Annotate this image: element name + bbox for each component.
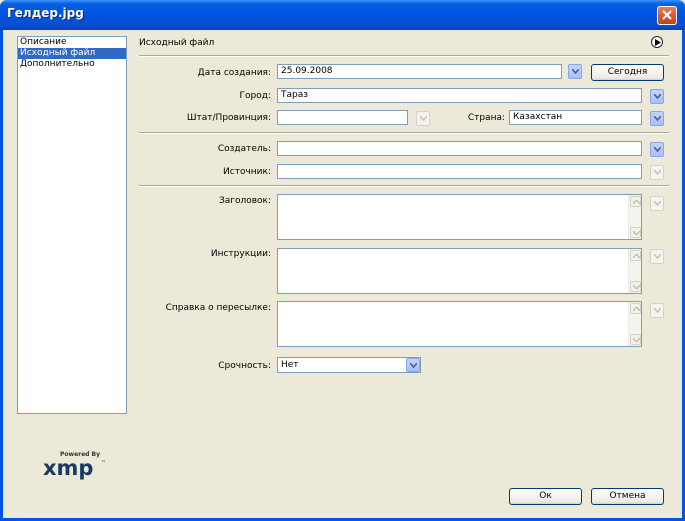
ok-button[interactable]: Ок <box>509 488 582 505</box>
city-dropdown-button[interactable] <box>650 89 664 104</box>
scroll-up-button[interactable] <box>630 303 641 314</box>
date-created-label: Дата создания: <box>197 68 271 78</box>
panel-menu-button[interactable] <box>651 36 663 48</box>
scroll-down-button[interactable] <box>630 334 641 345</box>
arrow-down-icon <box>633 338 640 342</box>
city-label: Город: <box>239 91 271 101</box>
chevron-down-icon <box>410 363 417 368</box>
vertical-scrollbar[interactable] <box>628 195 641 239</box>
xmp-logo: Powered By xmp ™ <box>43 451 107 483</box>
chevron-down-icon <box>572 69 579 74</box>
chevron-down-icon <box>654 201 661 206</box>
title-bar[interactable]: Гелдер.jpg <box>0 0 685 30</box>
dialog-client-area: Описание Исходный файл Дополнительно Исх… <box>3 30 682 518</box>
country-dropdown-button[interactable] <box>650 111 664 126</box>
scroll-down-button[interactable] <box>630 227 641 238</box>
divider <box>139 132 669 134</box>
arrow-down-icon <box>633 231 640 235</box>
creator-dropdown-button[interactable] <box>650 142 664 157</box>
close-button[interactable] <box>657 6 677 25</box>
state-input[interactable] <box>277 110 408 125</box>
nav-item-description[interactable]: Описание <box>18 37 126 48</box>
chevron-down-icon <box>654 147 661 152</box>
urgency-dropdown-button[interactable] <box>406 358 420 372</box>
scroll-up-button[interactable] <box>630 250 641 261</box>
source-input[interactable] <box>277 164 642 179</box>
chevron-down-icon <box>654 254 661 259</box>
chevron-down-icon <box>654 170 661 175</box>
instructions-dropdown-button[interactable] <box>650 249 664 264</box>
chevron-down-icon <box>654 94 661 99</box>
creator-label: Создатель: <box>217 144 271 154</box>
source-label: Источник: <box>223 167 271 177</box>
transmission-reference-textarea[interactable] <box>277 301 642 347</box>
transmission-reference-dropdown-button[interactable] <box>650 303 664 318</box>
creator-input[interactable] <box>277 141 642 156</box>
today-button[interactable]: Сегодня <box>591 64 664 81</box>
headline-textarea[interactable] <box>277 194 642 240</box>
scroll-down-button[interactable] <box>630 281 641 292</box>
instructions-textarea[interactable] <box>277 248 642 294</box>
headline-label: Заголовок: <box>218 196 271 206</box>
urgency-select[interactable]: Нет <box>277 357 421 373</box>
xmp-logo-text: xmp <box>43 456 94 480</box>
trademark-symbol: ™ <box>101 460 106 466</box>
vertical-scrollbar[interactable] <box>628 249 641 293</box>
country-label: Страна: <box>467 113 505 123</box>
date-created-input[interactable]: 25.09.2008 <box>277 64 562 79</box>
headline-dropdown-button[interactable] <box>650 196 664 211</box>
cancel-button[interactable]: Отмена <box>591 488 664 505</box>
scroll-up-button[interactable] <box>630 196 641 207</box>
city-input[interactable]: Тараз <box>277 88 642 103</box>
instructions-label: Инструкции: <box>210 249 271 259</box>
chevron-down-icon <box>654 308 661 313</box>
category-list[interactable]: Описание Исходный файл Дополнительно <box>17 36 127 414</box>
country-input[interactable]: Казахстан <box>509 110 642 125</box>
arrow-up-icon <box>633 254 640 258</box>
nav-item-advanced[interactable]: Дополнительно <box>18 59 126 70</box>
transmission-reference-label: Справка о пересылке: <box>165 303 271 313</box>
arrow-down-icon <box>633 285 640 289</box>
play-arrow-icon <box>655 39 661 46</box>
chevron-down-icon <box>420 116 427 121</box>
arrow-up-icon <box>633 307 640 311</box>
window-title: Гелдер.jpg <box>7 6 84 20</box>
state-dropdown-button[interactable] <box>416 111 430 126</box>
vertical-scrollbar[interactable] <box>628 302 641 346</box>
close-icon <box>662 10 672 20</box>
arrow-up-icon <box>633 200 640 204</box>
urgency-value: Нет <box>281 360 299 370</box>
chevron-down-icon <box>654 116 661 121</box>
divider <box>139 185 669 187</box>
urgency-label: Срочность: <box>218 361 271 371</box>
state-label: Штат/Провинция: <box>186 113 271 123</box>
divider <box>139 55 669 57</box>
panel-title: Исходный файл <box>139 38 215 48</box>
date-dropdown-button[interactable] <box>568 64 582 79</box>
source-dropdown-button[interactable] <box>650 165 664 180</box>
nav-item-source-file[interactable]: Исходный файл <box>18 48 126 59</box>
